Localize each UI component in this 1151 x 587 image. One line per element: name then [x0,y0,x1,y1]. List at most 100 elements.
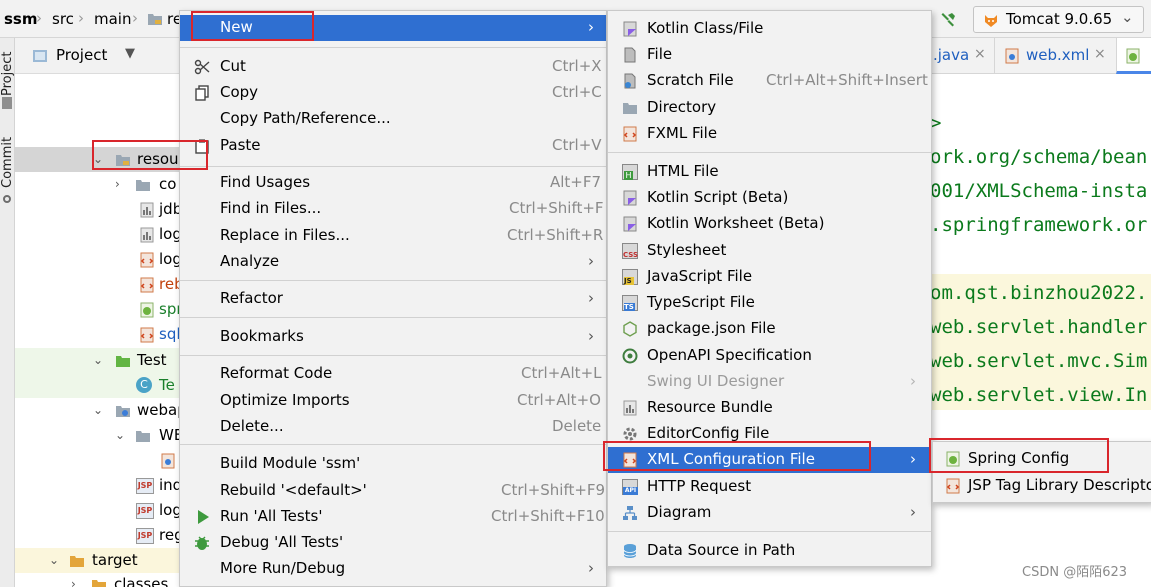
run-config-selector[interactable]: Tomcat 9.0.65 ⌄ [973,6,1144,33]
menu-item-openapi[interactable]: OpenAPI Specification [608,343,931,369]
menu-item-label: Find Usages [220,173,311,191]
menu-item-optimize-imports[interactable]: Optimize Imports Ctrl+Alt+O [180,388,606,414]
tree-item-jsp-file[interactable]: JSP ind [15,473,182,498]
menu-item-swing-ui-designer[interactable]: Swing UI Designer › [608,369,931,395]
chevron-down-icon[interactable]: ⌄ [93,152,103,166]
menu-item-diagram[interactable]: Diagram › [608,500,931,526]
folder-icon [136,180,150,191]
menu-item-find-usages[interactable]: Find Usages Alt+F7 [180,170,606,196]
project-view-dropdown[interactable]: ▼ [125,46,135,61]
menu-item-cut[interactable]: Cut Ctrl+X [180,54,606,80]
tree-item-resources[interactable]: ⌄ resou [15,147,180,172]
menu-item-find-in-files[interactable]: Find in Files... Ctrl+Shift+F [180,196,606,222]
tree-item-file[interactable]: sql [15,322,181,347]
menu-item-kotlin-script[interactable]: Kotlin Script (Beta) [608,185,931,211]
editor-tab[interactable]: web.xml × [994,38,1114,74]
close-icon[interactable]: × [974,46,986,62]
menu-item-replace-in-files[interactable]: Replace in Files... Ctrl+Shift+R [180,223,606,249]
menu-item-directory[interactable]: Directory [608,95,931,121]
menu-item-data-source-in-path[interactable]: Data Source in Path [608,538,931,564]
tree-item-jsp-file[interactable]: JSP reg [15,523,184,548]
tree-item-file[interactable]: log [15,222,182,247]
menu-item-new[interactable]: New › [180,15,606,41]
chevron-down-icon[interactable]: ⌄ [93,353,103,367]
commit-tool-tab[interactable]: Commit [0,137,15,188]
menu-item-jsp-tag-library[interactable]: JSP Tag Library Descriptor [933,473,1151,499]
menu-separator [608,531,931,532]
editor-tab-active[interactable] [1116,38,1151,74]
menu-item-label: Build Module 'ssm' [220,454,361,472]
menu-item-reformat-code[interactable]: Reformat Code Ctrl+Alt+L [180,361,606,387]
menu-item-package-json[interactable]: package.json File [608,316,931,342]
tree-item-test-class[interactable]: C Te [15,373,180,398]
menu-item-run-all-tests[interactable]: Run 'All Tests' Ctrl+Shift+F10 [180,504,606,530]
menu-item-shortcut: Ctrl+Alt+L [521,364,602,382]
http-request-icon: API [622,479,638,495]
menu-item-shortcut: Delete [552,417,602,435]
menu-item-editorconfig[interactable]: EditorConfig File [608,421,931,447]
tree-item-file[interactable]: log [15,247,182,272]
menu-item-resource-bundle[interactable]: Resource Bundle [608,395,931,421]
menu-item-debug-all-tests[interactable]: Debug 'All Tests' [180,530,606,556]
editor-tab[interactable]: .java × [930,38,992,74]
menu-item-label: Debug 'All Tests' [220,533,344,551]
tree-item-file[interactable]: jdb [15,197,182,222]
menu-item-label: Replace in Files... [220,226,350,244]
menu-separator [180,47,606,48]
menu-item-typescript-file[interactable]: TS TypeScript File [608,290,931,316]
tree-item-folder[interactable]: › co [15,172,180,197]
menu-item-xml-configuration-file[interactable]: XML Configuration File › [608,447,931,473]
menu-item-spring-config[interactable]: Spring Config [933,446,1151,472]
tree-item-target-folder[interactable]: ⌄ target [15,548,180,573]
side-tool-stripe: Project Commit [0,38,15,587]
menu-item-label: Stylesheet [647,241,727,259]
chevron-down-icon[interactable]: ⌄ [93,403,103,417]
tree-item-jsp-file[interactable]: JSP log [15,498,182,523]
breadcrumb-item-ssm[interactable]: ssm [4,10,38,28]
menu-item-more-run-debug[interactable]: More Run/Debug › [180,556,606,582]
code-editor[interactable]: > ork.org/schema/bean 001/XMLSchema-inst… [930,74,1151,587]
tree-item-webapp-folder[interactable]: ⌄ webap [15,398,187,423]
editor-tab-label: web.xml [1026,46,1090,64]
menu-item-javascript-file[interactable]: JS JavaScript File [608,264,931,290]
hammer-icon[interactable] [940,11,956,27]
tree-item-file[interactable]: spr [15,297,183,322]
menu-item-html-file[interactable]: H HTML File [608,159,931,185]
menu-item-shortcut: Ctrl+V [552,136,602,154]
menu-item-build-module[interactable]: Build Module 'ssm' [180,451,606,477]
run-config-label: Tomcat 9.0.65 [1006,10,1113,28]
menu-item-stylesheet[interactable]: CSS Stylesheet [608,238,931,264]
menu-item-bookmarks[interactable]: Bookmarks › [180,324,606,350]
project-tool-tab[interactable]: Project [0,52,15,96]
chevron-right-icon[interactable]: › [115,177,120,191]
menu-item-copy-path[interactable]: Copy Path/Reference... [180,106,606,132]
menu-item-kotlin-class[interactable]: Kotlin Class/File [608,16,931,42]
code-line: om.qst.binzhou2022. [930,282,1148,304]
html-file-icon: H [622,164,638,180]
tree-item-file[interactable] [15,448,180,473]
menu-item-label: Data Source in Path [647,541,796,559]
chevron-down-icon[interactable]: ⌄ [49,553,59,567]
chevron-down-icon[interactable]: ⌄ [115,428,125,442]
menu-item-rebuild[interactable]: Rebuild '<default>' Ctrl+Shift+F9 [180,478,606,504]
menu-item-scratch-file[interactable]: Scratch File Ctrl+Alt+Shift+Insert [608,68,931,94]
tree-item-folder[interactable]: ⌄ WE [15,423,183,448]
close-icon[interactable]: × [1094,46,1106,62]
menu-item-delete[interactable]: Delete... Delete [180,414,606,440]
tree-item-classes-folder[interactable]: › classes [15,572,180,587]
menu-item-http-request[interactable]: API HTTP Request [608,474,931,500]
menu-item-fxml-file[interactable]: FXML File [608,121,931,147]
breadcrumb-item-main[interactable]: main [94,10,131,28]
menu-item-analyze[interactable]: Analyze › [180,249,606,275]
tree-item-file[interactable]: reb [15,272,184,297]
menu-item-refactor[interactable]: Refactor › [180,286,606,312]
menu-item-file[interactable]: File [608,42,931,68]
css-file-icon: CSS [622,243,638,259]
tree-item-test-folder[interactable]: ⌄ Test [15,348,180,373]
chevron-right-icon[interactable]: › [71,577,76,587]
menu-item-paste[interactable]: Paste Ctrl+V [180,133,606,159]
breadcrumb-item-src[interactable]: src [52,10,74,28]
folder-icon [136,431,150,442]
menu-item-copy[interactable]: Copy Ctrl+C [180,80,606,106]
menu-item-kotlin-worksheet[interactable]: Kotlin Worksheet (Beta) [608,211,931,237]
